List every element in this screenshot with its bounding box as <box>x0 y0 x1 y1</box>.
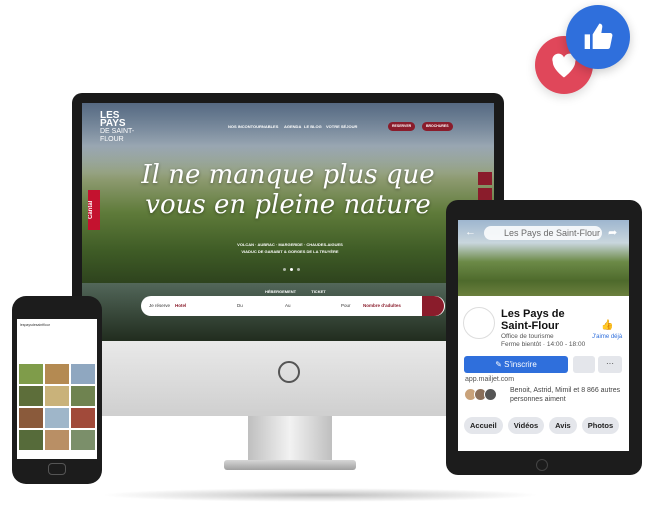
instagram-handle[interactable]: lespaysdesaintflour <box>20 323 50 327</box>
tags-line1: VOLCAN · AUBRAC · MARGERIDE · CHAUDES-AI… <box>237 242 343 247</box>
nav-item[interactable]: VOTRE SÉJOUR <box>326 124 357 129</box>
logo-line2: PAYS <box>100 118 126 129</box>
booking-submit-button[interactable] <box>422 296 444 316</box>
page-name: Les Pays de Saint-Flour <box>501 308 565 332</box>
tab-photos[interactable]: Photos <box>581 417 620 434</box>
page-profile-picture[interactable] <box>463 307 495 339</box>
booking-bar[interactable]: Je réserve Hotel Du Au Pour Nombre d'adu… <box>141 296 445 316</box>
cantal-badge[interactable]: Cantal <box>88 190 100 230</box>
logo-line3: DE SAINT-FLOUR <box>100 128 135 143</box>
booking-type-select[interactable]: Hotel <box>175 303 186 308</box>
tab-videos[interactable]: Vidéos <box>507 417 545 434</box>
tags-line2: VIADUC DE GARABIT & GORGES DE LA TRUYÈRE <box>241 249 339 254</box>
subscribe-label: S'inscrire <box>504 360 537 369</box>
hero-headline: Il ne manque plus que vous en pleine nat… <box>100 160 476 220</box>
booking-from-field[interactable]: Du <box>237 303 243 308</box>
carousel-dots[interactable] <box>283 268 300 271</box>
tab-ticket[interactable]: TICKET <box>311 289 325 294</box>
hero-line1: Il ne manque plus que <box>141 160 435 190</box>
tab-accueil[interactable]: Accueil <box>464 417 503 434</box>
booking-tabs[interactable]: HÉBERGEMENT TICKET <box>265 289 326 294</box>
tab-hebergement[interactable]: HÉBERGEMENT <box>265 289 296 294</box>
instagram-photo-grid[interactable] <box>19 364 95 450</box>
friend-avatars <box>464 388 497 401</box>
booking-guests-select[interactable]: Nombre d'adultes <box>363 303 401 308</box>
page-hours: Ferme bientôt · 14:00 - 18:00 <box>501 341 586 348</box>
page-website-link[interactable]: app.mailjet.com <box>465 376 514 383</box>
back-arrow-icon[interactable]: ← <box>465 226 476 238</box>
nav-item[interactable]: AGENDA <box>284 124 301 129</box>
share-icon[interactable]: ➦ <box>608 226 617 239</box>
booking-label: Je réserve <box>149 303 171 308</box>
nav-item[interactable]: NOS INCONTOURNABLES <box>228 124 278 129</box>
nav-item[interactable]: LE BLOG <box>304 124 322 129</box>
hero-tags: VOLCAN · AUBRAC · MARGERIDE · CHAUDES-AI… <box>180 241 400 255</box>
likes-summary: Benoit, Astrid, Mimil et 8 866 autres pe… <box>510 387 621 403</box>
site-logo[interactable]: LES PAYS DE SAINT-FLOUR <box>100 111 144 146</box>
reserve-button[interactable]: RESERVER <box>388 122 416 131</box>
page-like-icon[interactable]: 👍 <box>601 320 613 331</box>
tablet-home-button <box>536 459 548 471</box>
thumbs-up-icon <box>566 5 630 69</box>
page-category: Office de tourisme <box>501 333 554 340</box>
page-tabs[interactable]: Accueil Vidéos Avis Photos <box>464 417 620 434</box>
hero-line2: vous en pleine nature <box>145 190 431 220</box>
brochures-button[interactable]: BROCHURES <box>422 122 453 131</box>
facebook-search-input[interactable]: Les Pays de Saint-Flour <box>484 226 602 240</box>
tab-avis[interactable]: Avis <box>549 417 577 434</box>
monitor-base <box>224 460 356 470</box>
phone-home-button <box>48 463 66 475</box>
subscribe-button[interactable]: ✎ S'inscrire <box>464 356 568 373</box>
booking-to-field[interactable]: Au <box>285 303 291 308</box>
booking-for-label: Pour <box>341 303 351 308</box>
power-icon <box>278 361 300 383</box>
monitor-stand <box>248 416 332 462</box>
more-options-button[interactable]: ··· <box>598 356 622 373</box>
messenger-button[interactable] <box>573 356 595 373</box>
mail-side-tab[interactable] <box>478 172 492 185</box>
page-like-label[interactable]: J'aime déjà <box>592 334 622 340</box>
